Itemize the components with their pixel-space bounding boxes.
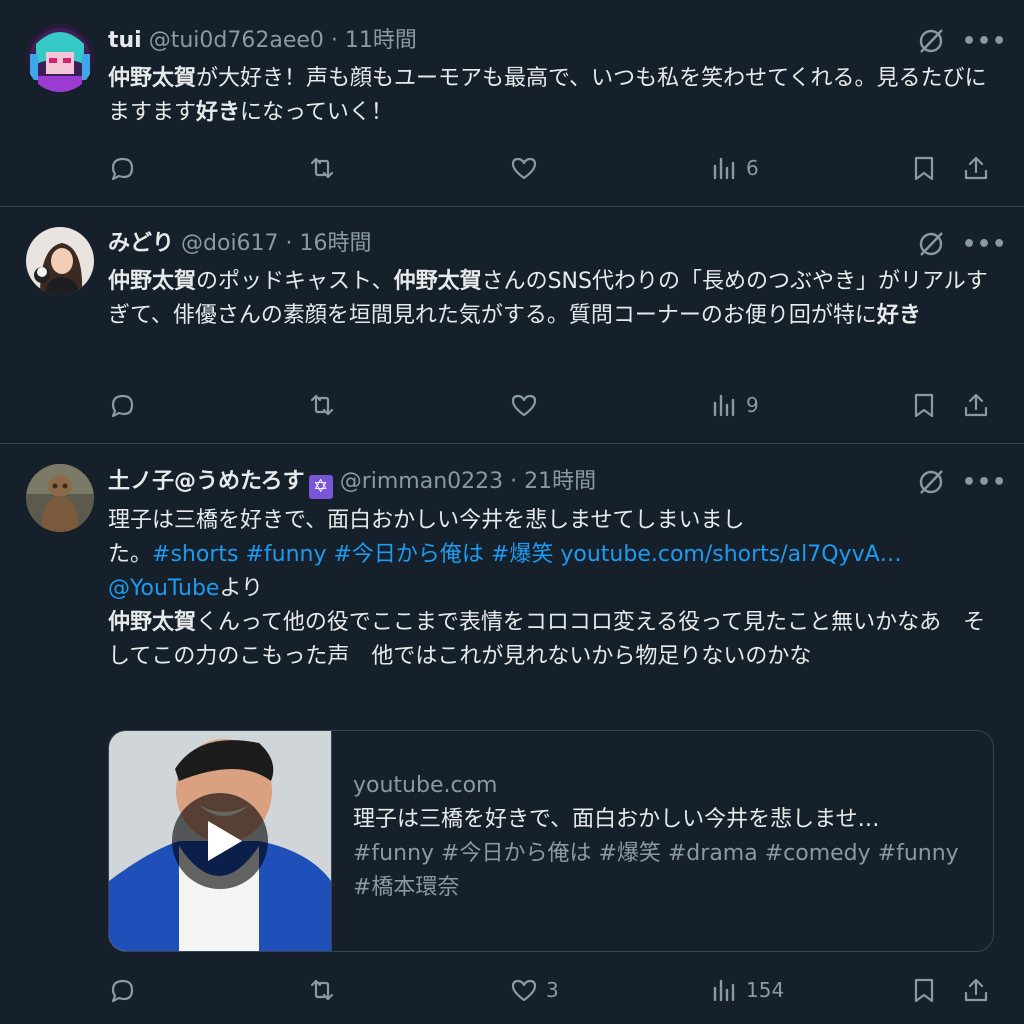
handle[interactable]: @rimman0223 <box>340 469 503 494</box>
like-button[interactable]: 3 <box>510 970 559 1010</box>
text-fragment: た。 <box>108 542 153 567</box>
hashtag-link[interactable]: #今日から俺は <box>333 542 483 567</box>
card-domain: youtube.com <box>353 773 498 798</box>
hashtag-link[interactable]: #funny <box>245 542 326 567</box>
view-count: 154 <box>746 978 785 1002</box>
more-icon[interactable]: ••• <box>962 472 1006 505</box>
keyword: 仲野太賀 <box>108 610 197 635</box>
text-line-2: た。#shorts #funny #今日から俺は #爆笑 youtube.com… <box>108 538 998 572</box>
hashtag-link[interactable]: #爆笑 <box>491 542 553 567</box>
card-title: 理子は三橋を好きで、面白おかしい今井を悲しませ… <box>353 807 880 832</box>
separator: · <box>510 469 518 494</box>
like-count: 3 <box>546 978 559 1002</box>
tweet-3[interactable]: 土ノ子@うめたろす ✡ @rimman0223 · 21時間 ••• 理子は三橋を… <box>0 0 1024 1024</box>
tweet-header: 土ノ子@うめたろす ✡ @rimman0223 · 21時間 <box>108 467 596 499</box>
text-fragment: より <box>219 576 264 601</box>
mention-link[interactable]: @YouTube <box>108 576 219 601</box>
share-icon <box>964 978 988 1002</box>
bookmark-icon <box>914 978 934 1003</box>
display-name[interactable]: 土ノ子@うめたろす <box>108 469 305 494</box>
text-line-4: 仲野太賀くんって他の役でここまで表情をコロコロ変える役って見たこと無いかなあ そ… <box>108 606 998 674</box>
avatar[interactable] <box>26 464 94 532</box>
reply-icon <box>111 979 134 1003</box>
video-thumbnail[interactable] <box>109 731 332 951</box>
tweet-text: 理子は三橋を好きで、面白おかしい今井を悲しませてしまいまし た。#shorts … <box>108 504 998 674</box>
play-icon[interactable] <box>170 791 270 891</box>
text-line-3: @YouTubeより <box>108 572 998 606</box>
hashtag-link[interactable]: #shorts <box>152 542 238 567</box>
heart-icon <box>511 979 537 1002</box>
text-line: 理子は三橋を好きで、面白おかしい今井を悲しませてしまいまし <box>108 508 745 533</box>
views-icon <box>713 979 735 1002</box>
card-text: youtube.com 理子は三橋を好きで、面白おかしい今井を悲しませ… #fu… <box>353 769 973 905</box>
grok-icon[interactable] <box>916 467 946 497</box>
share-button[interactable] <box>962 970 990 1010</box>
action-bar: 3 154 <box>0 970 1024 1010</box>
views-button[interactable]: 154 <box>710 970 784 1010</box>
url-link[interactable]: youtube.com/shorts/al7QyvA… <box>560 542 901 567</box>
retweet-icon <box>310 979 334 1001</box>
star-of-david-icon: ✡ <box>308 475 333 499</box>
link-card[interactable]: youtube.com 理子は三橋を好きで、面白おかしい今井を悲しませ… #fu… <box>108 730 994 952</box>
timestamp[interactable]: 21時間 <box>524 469 596 494</box>
card-description: #funny #今日から俺は #爆笑 #drama #comedy #funny… <box>353 841 959 900</box>
text-fragment: くんって他の役でここまで表情をコロコロ変える役って見たこと無いかなあ そしてこの… <box>108 610 986 669</box>
reply-button[interactable] <box>108 970 144 1010</box>
retweet-button[interactable] <box>308 970 344 1010</box>
bookmark-button[interactable] <box>910 970 938 1010</box>
